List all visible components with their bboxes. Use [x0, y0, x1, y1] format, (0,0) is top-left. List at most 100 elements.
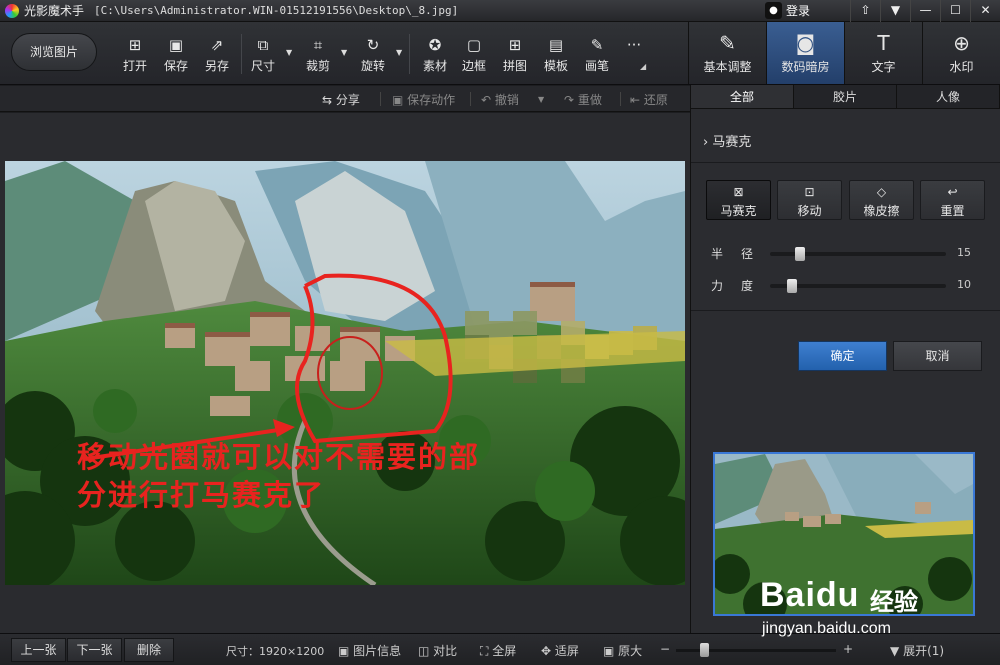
more-arrow-icon[interactable]: ◢	[640, 62, 646, 71]
mosaic-icon: ⊠	[733, 185, 744, 199]
edited-photo[interactable]: 移动光圈就可以对不需要的部 分进行打马赛克了	[5, 161, 685, 585]
strength-slider-row: 力度 10	[711, 277, 996, 295]
open-button[interactable]: ⊞ 打开	[115, 36, 155, 74]
main-toolbar: 浏览图片 ⊞ 打开 ▣ 保存 ⇗ 另存 ⧉ 尺寸 ▼ ⌗ 裁剪 ▼ ↻ 旋转 ▼…	[0, 22, 1000, 85]
menu-button[interactable]: ▼	[880, 0, 910, 22]
resize-dropdown-icon[interactable]: ▼	[286, 48, 292, 57]
radius-label: 半径	[711, 247, 772, 261]
fit-screen-icon: ✥	[541, 644, 552, 658]
watermark-icon: ⊕	[953, 31, 970, 55]
crop-icon: ⌗	[313, 36, 323, 54]
share-icon: ⇆	[322, 93, 333, 107]
resize-button[interactable]: ⧉ 尺寸	[243, 36, 283, 74]
browse-images-button[interactable]: 浏览图片	[11, 33, 97, 71]
save-action-icon: ▣	[392, 93, 404, 107]
action-divider	[380, 92, 381, 106]
material-button[interactable]: ✪ 素材	[415, 36, 455, 74]
eraser-tool-button[interactable]: ◇ 橡皮擦	[849, 180, 914, 220]
basic-adjust-icon: ✎	[719, 31, 736, 55]
zoom-out-button[interactable]: −	[660, 642, 670, 656]
baidu-jingyan-watermark: Baidu 经验 jingyan.baidu.com	[760, 556, 990, 646]
image-canvas[interactable]: 移动光圈就可以对不需要的部 分进行打马赛克了	[0, 113, 690, 633]
save-action-button[interactable]: ▣ 保存动作	[392, 91, 455, 108]
section-mosaic-title[interactable]: › 马赛克	[703, 131, 751, 150]
chevron-right-icon: ›	[703, 135, 709, 150]
delete-button[interactable]: 删除	[124, 638, 174, 662]
skin-button[interactable]: ⇧	[850, 0, 880, 22]
prev-image-button[interactable]: 上一张	[11, 638, 66, 662]
resize-icon: ⧉	[257, 36, 269, 54]
border-icon: ▢	[466, 36, 482, 54]
close-button[interactable]: ✕	[970, 0, 1000, 22]
rotate-dropdown-icon[interactable]: ▼	[396, 48, 402, 57]
app-logo-icon	[5, 3, 19, 18]
text-icon: T	[877, 31, 890, 55]
tab-portrait[interactable]: 人像	[897, 85, 1000, 108]
original-size-button[interactable]: ▣ 原大	[603, 642, 642, 659]
toolbar-divider	[241, 34, 242, 74]
title-bar: 光影魔术手 [C:\Users\Administrator.WIN-015121…	[0, 0, 1000, 22]
share-button[interactable]: ⇆ 分享	[322, 91, 360, 108]
image-info-button[interactable]: ▣ 图片信息	[338, 642, 401, 659]
undo-button[interactable]: ↶ 撤销	[481, 91, 519, 108]
original-size-icon: ▣	[603, 644, 615, 658]
window-controls: ⇧ ▼ — ☐ ✕	[850, 0, 1000, 22]
watermark-url: jingyan.baidu.com	[762, 620, 891, 637]
action-divider	[620, 92, 621, 106]
restore-icon: ⇤	[630, 93, 641, 107]
strength-slider[interactable]	[770, 279, 946, 293]
login-button[interactable]: ● 登录	[765, 2, 810, 19]
radius-slider[interactable]	[770, 247, 946, 261]
collage-icon: ⊞	[508, 36, 522, 54]
template-button[interactable]: ▤ 模板	[536, 36, 576, 74]
maximize-button[interactable]: ☐	[940, 0, 970, 22]
more-button[interactable]: ···	[614, 36, 654, 57]
undo-dropdown-icon[interactable]: ▼	[538, 95, 544, 104]
undo-icon: ↶	[481, 93, 492, 107]
compare-button[interactable]: ◫ 对比	[418, 642, 457, 659]
right-panel: 全部 胶片 人像 › 马赛克 ⊠ 马赛克 ⊡ 移动 ◇ 橡皮擦 ↩ 重置 半径 …	[690, 85, 1000, 633]
next-image-button[interactable]: 下一张	[67, 638, 122, 662]
brush-button[interactable]: ✎ 画笔	[577, 36, 617, 74]
minimize-button[interactable]: —	[910, 0, 940, 22]
tab-film[interactable]: 胶片	[794, 85, 897, 108]
collage-button[interactable]: ⊞ 拼图	[495, 36, 535, 74]
crop-dropdown-icon[interactable]: ▼	[341, 48, 347, 57]
strength-slider-handle[interactable]	[787, 279, 797, 293]
panel-tabs: 全部 胶片 人像	[691, 85, 1000, 109]
save-as-button[interactable]: ⇗ 另存	[197, 36, 237, 74]
eraser-icon: ◇	[876, 185, 887, 199]
cancel-button[interactable]: 取消	[893, 341, 982, 371]
restore-button[interactable]: ⇤ 还原	[630, 91, 668, 108]
zoom-slider-handle[interactable]	[700, 643, 709, 657]
border-button[interactable]: ▢ 边框	[454, 36, 494, 74]
mode-text[interactable]: T 文字	[844, 22, 922, 84]
strength-label: 力度	[711, 279, 772, 293]
strength-value: 10	[957, 278, 971, 291]
panel-divider	[691, 162, 1000, 163]
mode-basic-adjust[interactable]: ✎ 基本调整	[688, 22, 766, 84]
radius-value: 15	[957, 246, 971, 259]
crop-button[interactable]: ⌗ 裁剪	[298, 36, 338, 74]
reset-tool-button[interactable]: ↩ 重置	[920, 180, 985, 220]
save-button[interactable]: ▣ 保存	[156, 36, 196, 74]
mode-tabs: ✎ 基本调整 ◙ 数码暗房 T 文字 ⊕ 水印	[688, 22, 1000, 84]
fit-screen-button[interactable]: ✥ 适屏	[541, 642, 579, 659]
mosaic-tool-button[interactable]: ⊠ 马赛克	[706, 180, 771, 220]
rotate-button[interactable]: ↻ 旋转	[353, 36, 393, 74]
radius-slider-handle[interactable]	[795, 247, 805, 261]
reset-icon: ↩	[947, 185, 958, 199]
login-label: 登录	[786, 4, 811, 18]
more-icon: ···	[626, 36, 642, 54]
mode-digital-darkroom[interactable]: ◙ 数码暗房	[766, 22, 844, 84]
redo-button[interactable]: ↷ 重做	[564, 91, 602, 108]
image-info-icon: ▣	[338, 644, 350, 658]
jingyan-logo-text: 经验	[870, 588, 918, 616]
rotate-icon: ↻	[366, 36, 380, 54]
tab-all[interactable]: 全部	[691, 85, 794, 108]
confirm-button[interactable]: 确定	[798, 341, 887, 371]
move-tool-button[interactable]: ⊡ 移动	[777, 180, 842, 220]
fullscreen-button[interactable]: ⛶ 全屏	[480, 642, 516, 659]
chevron-down-icon: ▼	[890, 644, 900, 658]
mode-watermark[interactable]: ⊕ 水印	[922, 22, 1000, 84]
